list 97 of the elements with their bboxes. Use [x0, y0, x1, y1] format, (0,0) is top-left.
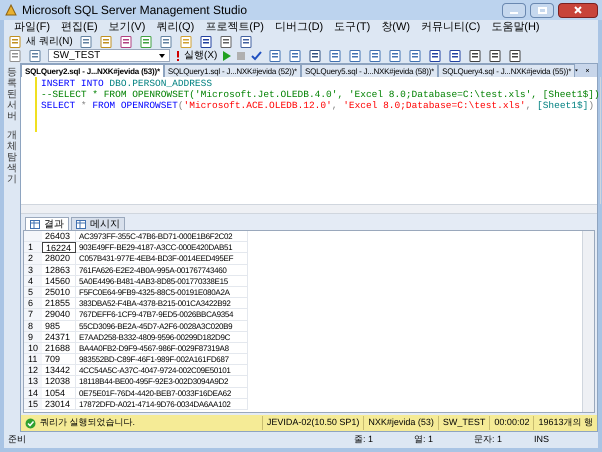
caret-icon	[159, 54, 165, 58]
status-item: 문자: 1	[474, 433, 504, 446]
row-number: 15	[24, 398, 42, 410]
row-number: 14	[24, 388, 42, 399]
close-icon	[574, 6, 582, 14]
row-number: 7	[24, 309, 42, 320]
table-cell: 1054	[42, 388, 76, 399]
document-tab[interactable]: SQLQuery1.sql - J...NXK#jevida (52))*	[164, 64, 301, 77]
status-message: 쿼리가 실행되었습니다.	[40, 416, 136, 430]
menu-item[interactable]: 디버그(D)	[274, 19, 324, 36]
horizontal-scrollbar[interactable]	[21, 204, 597, 214]
result-tab[interactable]: 메시지	[71, 217, 125, 230]
side-tab[interactable]: 개체 탐색기	[7, 130, 17, 185]
table-cell: 55CD3096-BE2A-45D7-A2F6-0028A3C020B9	[76, 320, 248, 332]
row-number: 12	[24, 365, 42, 376]
table-cell: 12863	[42, 264, 76, 276]
exclamation-icon	[176, 50, 180, 60]
status-segment: 19613개의 행	[533, 416, 597, 430]
row-number: 13	[24, 376, 42, 388]
maximize-button[interactable]	[530, 2, 554, 18]
status-segment: 00:00:02	[489, 416, 534, 430]
minimize-button[interactable]	[502, 2, 526, 18]
table-cell: 383DBA52-F4BA-4378-B215-001CA3422B92	[76, 298, 248, 310]
table-cell: 983552BD-C89F-46F1-989F-002A161FD687	[76, 354, 248, 366]
table-cell: 24371	[42, 332, 76, 343]
document-tab[interactable]: SQLQuery5.sql - J...NXK#jevida (58))*	[300, 64, 438, 77]
row-number: 5	[24, 286, 42, 298]
menu-item[interactable]: 파일(F)	[14, 19, 50, 36]
menu-item[interactable]: 커뮤니티(C)	[421, 19, 480, 36]
row-number: 4	[24, 276, 42, 287]
table-cell: 21855	[42, 298, 76, 310]
row-number: 1	[24, 242, 42, 254]
table-cell: 21688	[42, 342, 76, 354]
vertical-scrollbar[interactable]	[600, 77, 601, 204]
check-icon[interactable]	[251, 50, 262, 60]
row-number: 10	[24, 342, 42, 354]
status-item: 줄: 1	[354, 433, 374, 446]
table-cell: BA4A0FB2-D9F9-4567-986F-0029F87319A8	[76, 342, 248, 354]
table-cell: 18118B44-BE00-495F-92E3-002D3094A9D2	[76, 376, 248, 388]
row-number: 8	[24, 320, 42, 332]
close-button[interactable]	[558, 2, 598, 18]
table-cell: 17872DFD-A021-4714-9D76-0034DA6AA102	[76, 398, 248, 410]
table-cell: E7AAD258-B332-4809-9596-00299D182D9C	[76, 332, 248, 343]
menu-item[interactable]: 창(W)	[381, 19, 410, 36]
table-cell: 985	[42, 320, 76, 332]
table-cell: 25010	[42, 286, 76, 298]
table-cell: 0E75E01F-76D4-4420-BEB7-0033F16DEA62	[76, 388, 248, 399]
status-item: INS	[534, 433, 550, 446]
side-tab[interactable]: 등록된 서버	[7, 67, 17, 122]
row-number: 9	[24, 332, 42, 343]
menu-item[interactable]: 쿼리(Q)	[156, 19, 194, 36]
table-cell: 16224	[42, 242, 76, 254]
menu-item[interactable]: 보기(V)	[108, 19, 146, 36]
code-line: --SELECT * FROM OPENROWSET('Microsoft.Jet.OLEDB.4.0', 'Excel 8.0;Database=C:\test.xls', [Sheet1$])	[41, 89, 600, 100]
row-number: 11	[24, 354, 42, 366]
table-cell: F5FC0E64-9FB9-4325-88C5-00191E080A2A	[76, 286, 248, 298]
row-number: 2	[24, 253, 42, 265]
success-icon	[25, 418, 36, 428]
table-cell: 767DEFF6-1CF9-47B7-9ED5-0026BBCA9354	[76, 309, 248, 320]
document-tab[interactable]: SQLQuery2.sql - J...NXK#jevida (53))*	[21, 64, 164, 77]
code-line: SELECT * FROM OPENROWSET('Microsoft.ACE.OLEDB.12.0', 'Excel 8.0;Database=C:\test.xls', [Sheet1$])	[41, 100, 594, 111]
new-query-button[interactable]: 새 쿼리(N)	[8, 34, 73, 49]
status-segment: NXK#jevida (53)	[363, 416, 438, 430]
table-cell: AC3973FF-355C-47B6-BD71-000E1B6F2C02	[76, 231, 248, 242]
close-icon[interactable]	[586, 67, 589, 74]
table-cell: C057B431-977E-4EB4-BD3F-0014EED495EF	[76, 253, 248, 265]
table-cell: 709	[42, 354, 76, 366]
ready-status: 준비	[8, 433, 27, 446]
play-icon[interactable]	[223, 50, 232, 60]
table-cell: 14560	[42, 276, 76, 287]
status-item: 열: 1	[414, 433, 434, 446]
window-title: Microsoft SQL Server Management Studio	[22, 2, 248, 19]
app-icon	[4, 3, 18, 17]
table-cell: 903E49FF-BE29-4187-A3CC-000E420DAB51	[76, 242, 248, 254]
table-cell: 4CC54A5C-A37C-4047-9724-002C09E50101	[76, 365, 248, 376]
status-segment: JEVIDA-02(10.50 SP1)	[262, 416, 364, 430]
code-line: INSERT INTO DBO.PERSON_ADDRESS	[41, 78, 212, 89]
database-dropdown[interactable]: SW_TEST	[48, 49, 170, 62]
vertical-scrollbar[interactable]	[582, 231, 594, 412]
result-tab[interactable]: 결과	[25, 217, 69, 230]
table-cell: 23014	[42, 398, 76, 410]
table-cell: 5A0E4496-B481-4AB3-8D85-001770338E15	[76, 276, 248, 287]
table-cell: 26403	[42, 231, 76, 242]
row-number: 6	[24, 298, 42, 310]
table-cell: 12038	[42, 376, 76, 388]
table-cell: 761FA626-E2E2-4B0A-995A-001767743460	[76, 264, 248, 276]
table-cell: 29040	[42, 309, 76, 320]
execute-button[interactable]: 실행(X)	[176, 48, 218, 63]
menu-item[interactable]: 도움말(H)	[491, 19, 540, 36]
menu-item[interactable]: 편집(E)	[61, 19, 98, 36]
menu-item[interactable]: 도구(T)	[334, 19, 370, 36]
status-segment: SW_TEST	[438, 416, 490, 430]
document-tab[interactable]: SQLQuery4.sql - J...NXK#jevida (55))*	[438, 64, 576, 77]
row-number: 3	[24, 264, 42, 276]
menu-item[interactable]: 프로젝트(P)	[205, 19, 264, 36]
table-cell: 28020	[42, 253, 76, 265]
table-cell: 13442	[42, 365, 76, 376]
